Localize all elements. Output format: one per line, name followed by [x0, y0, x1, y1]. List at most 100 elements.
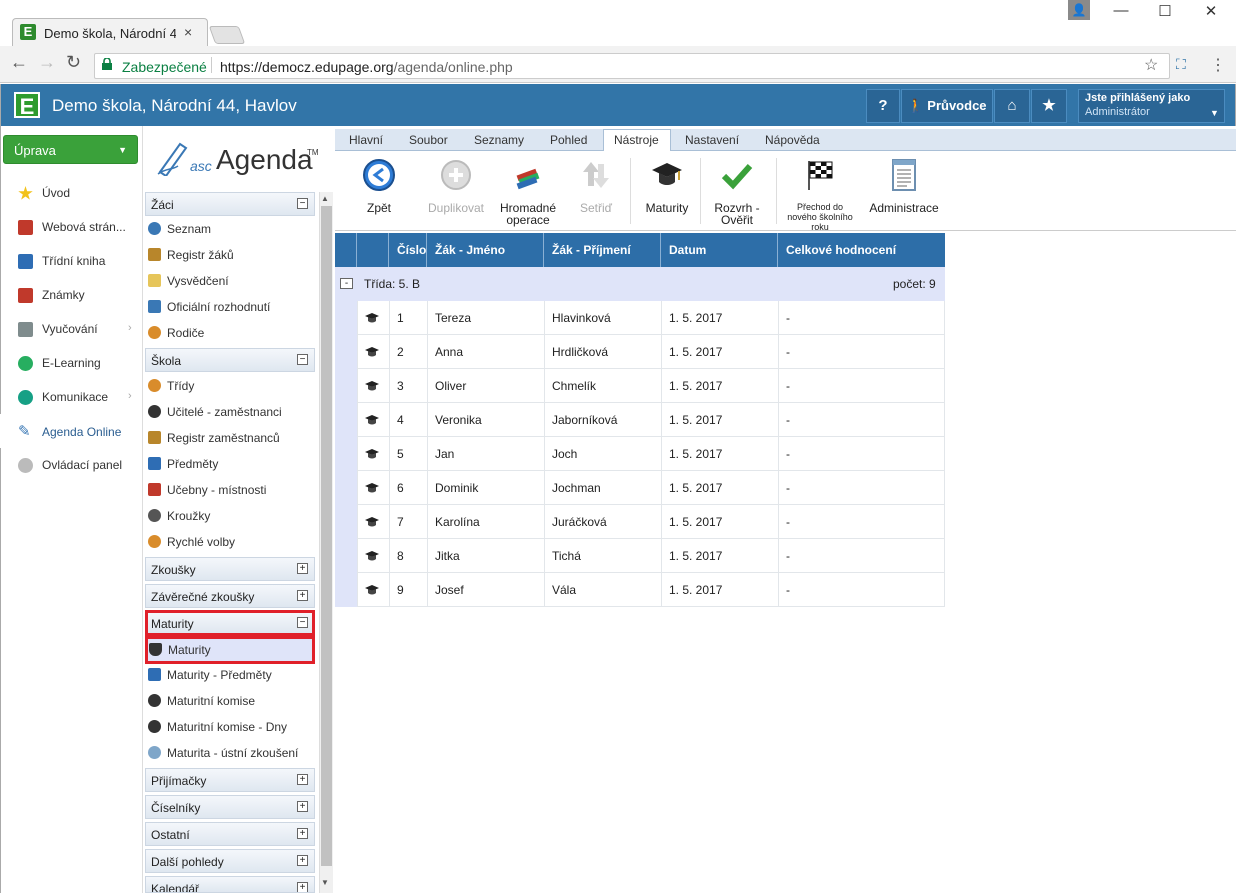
tree-item-registr-zam[interactable]: Registr zaměstnanců	[145, 425, 315, 451]
forward-arrow-icon[interactable]: →	[38, 52, 56, 73]
section-dalsi[interactable]: Další pohledy +	[145, 849, 315, 873]
help-button[interactable]: ?	[866, 89, 900, 123]
edupage-logo-icon[interactable]: E	[14, 92, 40, 119]
tree-item-komise-dny[interactable]: Maturitní komise - Dny	[145, 714, 315, 740]
tab-close-icon[interactable]: ×	[184, 24, 192, 40]
menu-item-classbook[interactable]: Třídní kniha	[0, 244, 142, 278]
grid-header-last-name[interactable]: Žák - Příjmení	[544, 233, 661, 267]
expand-icon[interactable]: +	[297, 590, 308, 601]
tab-hlavni[interactable]: Hlavní	[349, 133, 383, 147]
scrollbar-thumb[interactable]	[321, 206, 332, 866]
new-tab-button[interactable]	[208, 26, 246, 44]
maximize-icon[interactable]: ☐	[1150, 2, 1180, 20]
new-school-year-button[interactable]: Přechod do nového školního roku	[780, 158, 860, 232]
tree-item-maturity-predmety[interactable]: Maturity - Předměty	[145, 662, 315, 688]
section-zaverecne[interactable]: Závěrečné zkoušky +	[145, 584, 315, 608]
menu-item-home[interactable]: Úvod	[0, 176, 142, 210]
section-ciselniky[interactable]: Číselníky +	[145, 795, 315, 819]
menu-item-agenda-online[interactable]: ✎ Agenda Online	[0, 414, 142, 448]
row-date: 1. 5. 2017	[669, 481, 723, 495]
menu-item-control-panel[interactable]: Ovládací panel	[0, 448, 142, 482]
menu-item-teaching[interactable]: Vyučování ›	[0, 312, 142, 346]
section-skola[interactable]: Škola −	[145, 348, 315, 372]
table-row[interactable]: 2 Anna Hrdličková 1. 5. 2017 -	[357, 335, 945, 369]
grid-header-date[interactable]: Datum	[661, 233, 778, 267]
home-icon[interactable]: ⌂	[994, 89, 1030, 123]
favorites-star-icon[interactable]: ★	[1031, 89, 1067, 123]
duplicate-button[interactable]: Duplikovat	[424, 158, 488, 214]
tree-item-ucitele[interactable]: Učitelé - zaměstnanci	[145, 399, 315, 425]
table-row[interactable]: 6 Dominik Jochman 1. 5. 2017 -	[357, 471, 945, 505]
tab-pohled[interactable]: Pohled	[550, 133, 587, 147]
sort-button[interactable]: Setřiď	[574, 158, 618, 214]
expand-icon[interactable]: +	[297, 563, 308, 574]
guide-button[interactable]: 🚶 Průvodce	[901, 89, 993, 123]
expand-icon[interactable]: +	[297, 774, 308, 785]
table-row[interactable]: 8 Jitka Tichá 1. 5. 2017 -	[357, 539, 945, 573]
tree-item-predmety[interactable]: Předměty	[145, 451, 315, 477]
back-arrow-icon[interactable]: ←	[10, 52, 28, 73]
table-row[interactable]: 5 Jan Joch 1. 5. 2017 -	[357, 437, 945, 471]
tree-item-tridy[interactable]: Třídy	[145, 373, 315, 399]
administration-button[interactable]: Administrace	[866, 158, 942, 214]
table-row[interactable]: 7 Karolína Juráčková 1. 5. 2017 -	[357, 505, 945, 539]
tree-item-maturity[interactable]: Maturity	[145, 636, 315, 664]
menu-item-grades[interactable]: Známky	[0, 278, 142, 312]
maturity-button[interactable]: Maturity	[640, 158, 694, 214]
table-row[interactable]: 3 Oliver Chmelík 1. 5. 2017 -	[357, 369, 945, 403]
minimize-icon[interactable]: —	[1106, 2, 1136, 19]
tree-item-vysvedceni[interactable]: Vysvědčení	[145, 268, 315, 294]
edit-button[interactable]: Úprava ▼	[3, 135, 138, 164]
tree-item-ustni-zkouseni[interactable]: Maturita - ústní zkoušení	[145, 740, 315, 766]
tab-nastroje[interactable]: Nástroje	[614, 133, 659, 147]
url-text[interactable]: https://democz.edupage.org/agenda/online…	[220, 59, 513, 75]
expand-icon[interactable]: +	[297, 855, 308, 866]
collapse-icon[interactable]: −	[297, 354, 308, 365]
scroll-up-icon[interactable]: ▲	[321, 194, 329, 203]
section-maturity[interactable]: Maturity −	[145, 610, 315, 636]
section-kalendar[interactable]: Kalendář +	[145, 876, 315, 893]
bookmark-star-icon[interactable]: ☆	[1144, 55, 1158, 75]
section-zkousky[interactable]: Zkoušky +	[145, 557, 315, 581]
tab-seznamy[interactable]: Seznamy	[474, 133, 524, 147]
tree-item-rodice[interactable]: Rodiče	[145, 320, 315, 346]
close-window-icon[interactable]: ✕	[1196, 2, 1226, 20]
section-prijimacky[interactable]: Přijímačky +	[145, 768, 315, 792]
grid-header-overall[interactable]: Celkové hodnocení	[778, 233, 945, 267]
cast-icon[interactable]: ⛶	[1176, 56, 1186, 73]
section-zaci[interactable]: Žáci −	[145, 192, 315, 216]
collapse-icon[interactable]: −	[297, 198, 308, 209]
table-row[interactable]: 1 Tereza Hlavinková 1. 5. 2017 -	[357, 301, 945, 335]
menu-item-communication[interactable]: Komunikace ›	[0, 380, 142, 414]
tree-item-rychle-volby[interactable]: Rychlé volby	[145, 529, 315, 555]
bulk-operations-button[interactable]: Hromadné operace	[494, 158, 562, 226]
back-button[interactable]: Zpět	[356, 158, 402, 214]
expand-icon[interactable]: +	[297, 828, 308, 839]
grid-header-first-name[interactable]: Žák - Jméno	[427, 233, 544, 267]
group-collapse-icon[interactable]: -	[340, 278, 353, 289]
tab-nastaveni[interactable]: Nastavení	[685, 133, 739, 147]
browser-menu-icon[interactable]: ⋮	[1210, 55, 1226, 75]
tree-item-oficialni[interactable]: Oficiální rozhodnutí	[145, 294, 315, 320]
section-ostatni[interactable]: Ostatní +	[145, 822, 315, 846]
table-row[interactable]: 4 Veronika Jaborníková 1. 5. 2017 -	[357, 403, 945, 437]
schedule-verify-button[interactable]: Rozvrh - Ověřit	[706, 158, 768, 226]
collapse-icon[interactable]: −	[297, 617, 308, 628]
menu-item-website[interactable]: Webová strán...	[0, 210, 142, 244]
grid-header-number[interactable]: Číslo	[389, 233, 427, 267]
tree-item-registr-zaku[interactable]: Registr žáků	[145, 242, 315, 268]
tab-soubor[interactable]: Soubor	[409, 133, 448, 147]
expand-icon[interactable]: +	[297, 801, 308, 812]
tree-item-krouzky[interactable]: Kroužky	[145, 503, 315, 529]
table-row[interactable]: 9 Josef Vála 1. 5. 2017 -	[357, 573, 945, 607]
menu-item-elearning[interactable]: E-Learning	[0, 346, 142, 380]
reload-icon[interactable]: ↻	[66, 52, 81, 73]
tab-napoveda[interactable]: Nápověda	[765, 133, 820, 147]
browser-tab-title[interactable]: Demo škola, Národní 44, Havlov	[44, 26, 176, 41]
browser-user-icon[interactable]: 👤	[1068, 0, 1090, 20]
tree-item-seznam[interactable]: Seznam	[145, 216, 315, 242]
tree-item-maturitni-komise[interactable]: Maturitní komise	[145, 688, 315, 714]
scroll-down-icon[interactable]: ▼	[321, 878, 329, 887]
expand-icon[interactable]: +	[297, 882, 308, 892]
tree-item-ucebny[interactable]: Učebny - místnosti	[145, 477, 315, 503]
